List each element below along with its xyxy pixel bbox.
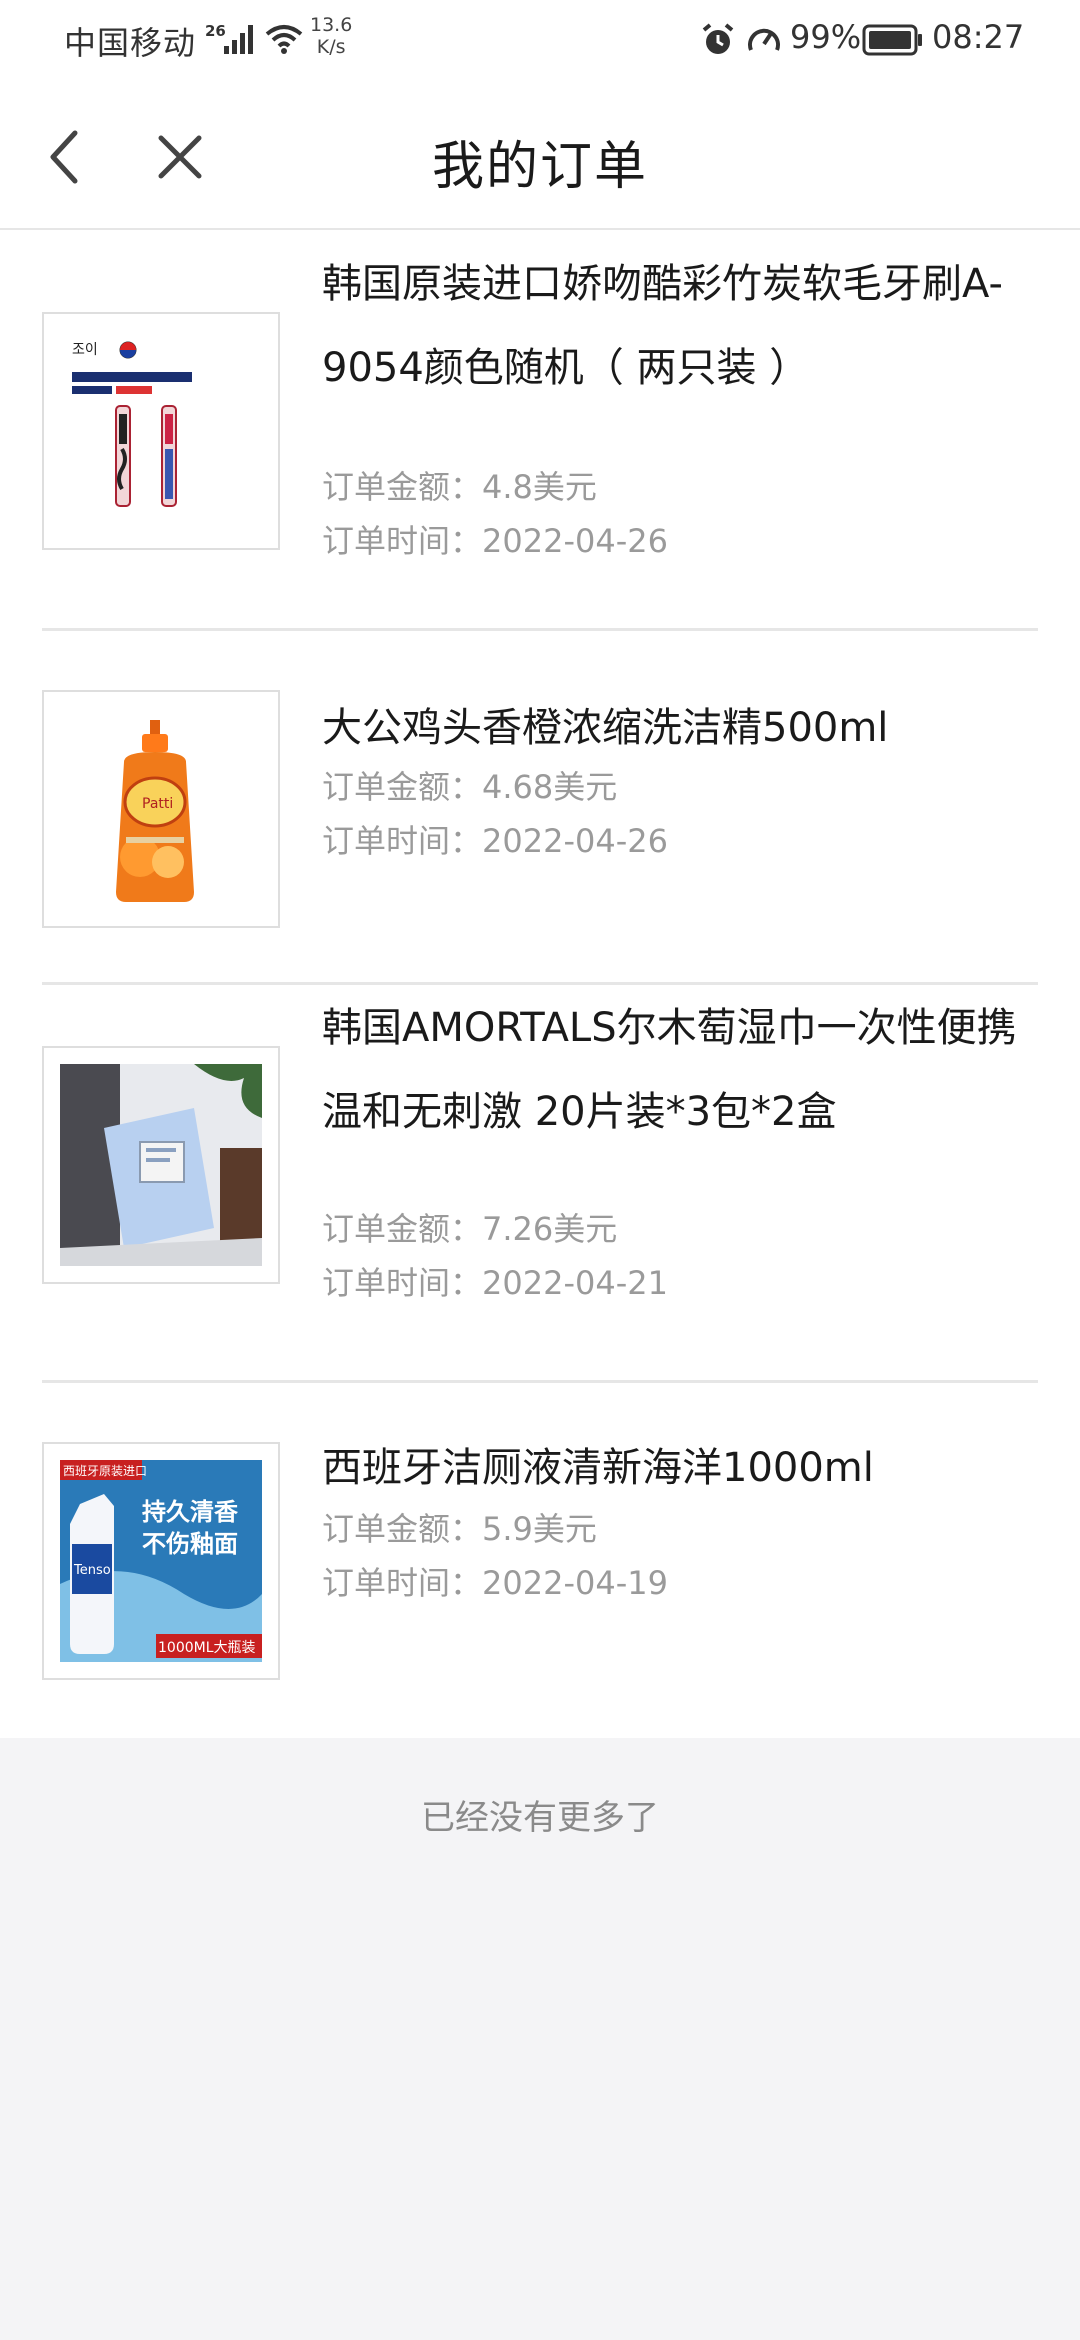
speed-gauge-icon	[746, 22, 782, 62]
battery-icon	[862, 24, 924, 60]
date-value: 2022-04-19	[482, 1564, 668, 1602]
wifi-icon	[264, 22, 304, 60]
status-bar: 中国移动 26 13.6 K/s 99% 08:27	[0, 0, 1080, 82]
toilet-cleaner-image: 西班牙原装进口 持久清香 不伤釉面 Tenso 1000ML大瓶装	[44, 1444, 278, 1678]
divider	[42, 628, 1038, 631]
divider	[42, 982, 1038, 985]
date-value: 2022-04-26	[482, 522, 668, 560]
order-amount: 订单金额：4.68美元	[322, 762, 617, 808]
screen: 中国移动 26 13.6 K/s 99% 08:27 我的订单 조이 韩国原装进…	[0, 0, 1080, 2340]
nav-header: 我的订单	[0, 82, 1080, 230]
wet-wipes-image	[44, 1048, 278, 1282]
signal-icon	[222, 22, 258, 60]
amount-label: 订单金额：	[322, 1510, 483, 1548]
detergent-brand-text: Patti	[142, 796, 173, 812]
time-label: 订单时间：	[322, 822, 483, 860]
time-label: 订单时间：	[322, 522, 483, 560]
order-name: 韩国原装进口娇吻酷彩竹炭软毛牙刷A-9054颜色随机（ 两只装 ）	[322, 261, 1003, 391]
product-thumbnail[interactable]	[42, 1046, 280, 1284]
order-name: 大公鸡头香橙浓缩洗洁精500ml	[322, 705, 889, 751]
page-title: 我的订单	[431, 137, 648, 197]
amount-value: 5.9美元	[482, 1510, 597, 1548]
toilet-brand-text: Tenso	[73, 1563, 111, 1578]
speed-unit: K/s	[316, 36, 346, 58]
order-amount: 订单金额：4.8美元	[322, 462, 597, 508]
amount-label: 订单金额：	[322, 468, 483, 506]
network-speed: 13.6 K/s	[310, 14, 352, 58]
order-list: 조이 韩国原装进口娇吻酷彩竹炭软毛牙刷A-9054颜色随机（ 两只装 ） 订单金…	[0, 230, 1080, 1738]
date-value: 2022-04-26	[482, 822, 668, 860]
clock: 08:27	[932, 18, 1025, 56]
time-label: 订单时间：	[322, 1564, 483, 1602]
order-amount: 订单金额：5.9美元	[322, 1504, 597, 1550]
detergent-bottle-image: Patti	[44, 692, 278, 926]
order-amount: 订单金额：7.26美元	[322, 1204, 617, 1250]
amount-value: 4.68美元	[482, 768, 618, 806]
toothbrush-image: 조이	[44, 314, 278, 548]
divider	[42, 1380, 1038, 1383]
date-value: 2022-04-21	[482, 1264, 668, 1302]
order-name: 韩国AMORTALS尔木萄湿巾一次性便携温和无刺激 20片装*3包*2盒	[322, 1005, 1017, 1135]
battery-percent: 99%	[790, 18, 862, 56]
amount-label: 订单金额：	[322, 768, 483, 806]
amount-value: 7.26美元	[482, 1210, 618, 1248]
toilet-size-text: 1000ML大瓶装	[158, 1640, 256, 1656]
order-name: 西班牙洁厕液清新海洋1000ml	[322, 1445, 874, 1491]
product-thumbnail[interactable]: 조이	[42, 312, 280, 550]
toilet-slogan-1: 持久清香	[142, 1498, 239, 1526]
order-date: 订单时间：2022-04-26	[322, 816, 668, 862]
product-thumbnail[interactable]: 西班牙原装进口 持久清香 不伤釉面 Tenso 1000ML大瓶装	[42, 1442, 280, 1680]
order-item[interactable]: 西班牙原装进口 持久清香 不伤釉面 Tenso 1000ML大瓶装 西班牙洁厕液…	[0, 1384, 1080, 1738]
toilet-banner-text: 西班牙原装进口	[63, 1464, 147, 1478]
toilet-slogan-2: 不伤釉面	[142, 1530, 238, 1558]
no-more-text: 已经没有更多了	[421, 1798, 659, 1838]
order-item[interactable]: Patti 大公鸡头香橙浓缩洗洁精500ml 订单金额：4.68美元 订单时间：…	[0, 632, 1080, 986]
amount-label: 订单金额：	[322, 1210, 483, 1248]
order-date: 订单时间：2022-04-26	[322, 516, 668, 562]
order-date: 订单时间：2022-04-21	[322, 1258, 668, 1304]
alarm-icon	[700, 22, 736, 62]
toothbrush-brand-text: 조이	[72, 342, 98, 358]
order-date: 订单时间：2022-04-19	[322, 1558, 668, 1604]
order-item[interactable]: 韩国AMORTALS尔木萄湿巾一次性便携温和无刺激 20片装*3包*2盒 订单金…	[0, 986, 1080, 1384]
time-label: 订单时间：	[322, 1264, 483, 1302]
carrier-label: 中国移动	[64, 24, 197, 62]
product-thumbnail[interactable]: Patti	[42, 690, 280, 928]
amount-value: 4.8美元	[482, 468, 597, 506]
order-item[interactable]: 조이 韩国原装进口娇吻酷彩竹炭软毛牙刷A-9054颜色随机（ 两只装 ） 订单金…	[0, 230, 1080, 632]
speed-value: 13.6	[310, 14, 353, 36]
